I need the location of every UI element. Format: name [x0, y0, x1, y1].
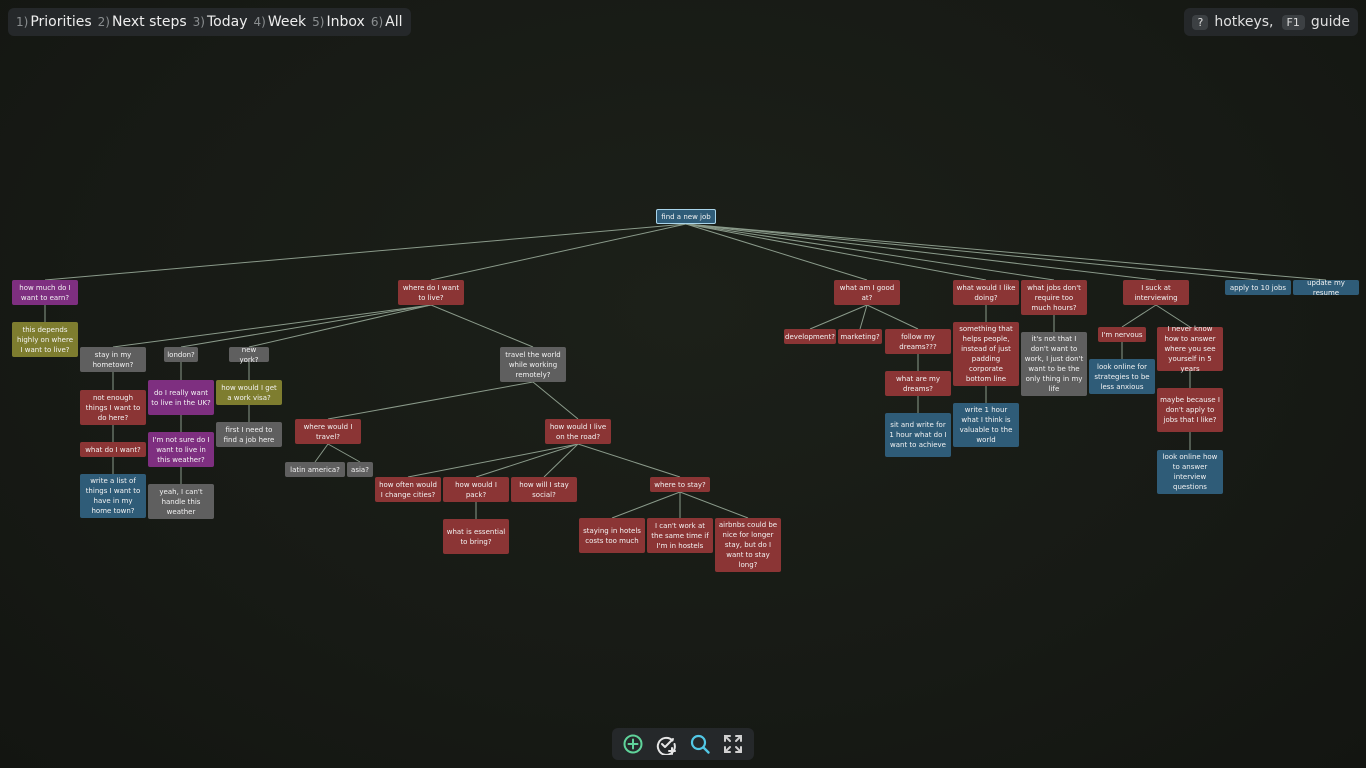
- node-not-that[interactable]: it's not that I don't want to work, I ju…: [1021, 332, 1087, 396]
- node-update-resume[interactable]: update my resume: [1293, 279, 1359, 297]
- node-strategies-anxious[interactable]: look online for strategies to be less an…: [1089, 359, 1155, 394]
- node-how-pack[interactable]: how would I pack?: [443, 477, 509, 502]
- edge-liveroad-stay: [577, 443, 681, 478]
- bottom-toolbar: [612, 728, 754, 760]
- node-look-online-answer[interactable]: look online how to answer interview ques…: [1157, 450, 1223, 494]
- node-sit-and-write[interactable]: sit and write for 1 hour what do I want …: [885, 413, 951, 457]
- edge-wheretravel-latam: [314, 443, 329, 463]
- edge-goodat-development: [809, 304, 868, 330]
- node-airbnbs[interactable]: airbnbs could be nice for longer stay, b…: [715, 518, 781, 572]
- node-first-find-job[interactable]: first I need to find a job here: [216, 422, 282, 447]
- node-write-a-list[interactable]: write a list of things I want to have in…: [80, 474, 146, 518]
- node-not-sure-weather[interactable]: I'm not sure do I want to live in this w…: [148, 432, 214, 467]
- node-nervous[interactable]: I'm nervous: [1098, 327, 1146, 342]
- node-hostels-work[interactable]: I can't work at the same time if I'm in …: [647, 518, 713, 553]
- node-jobs-hours[interactable]: what jobs don't require too much hours?: [1021, 280, 1087, 315]
- edge-stay-hotels: [611, 491, 681, 519]
- node-follow-dreams[interactable]: follow my dreams???: [885, 329, 951, 354]
- node-where-live[interactable]: where do I want to live?: [398, 280, 464, 305]
- node-where-stay[interactable]: where to stay?: [650, 477, 710, 492]
- node-stay-hometown[interactable]: stay in my hometown?: [80, 347, 146, 372]
- node-london[interactable]: london?: [164, 347, 198, 362]
- node-latin-america[interactable]: latin america?: [285, 462, 345, 477]
- node-not-enough-things[interactable]: not enough things I want to do here?: [80, 390, 146, 425]
- node-marketing[interactable]: marketing?: [838, 329, 882, 344]
- edge-root-apply: [685, 223, 1259, 281]
- edge-interview-nervous: [1121, 304, 1157, 328]
- node-helps-people[interactable]: something that helps people, instead of …: [953, 322, 1019, 386]
- edge-root-live: [430, 223, 687, 281]
- edge-live-hometown: [112, 304, 432, 348]
- edge-root-likedoing: [685, 223, 987, 281]
- node-find-a-new-job[interactable]: find a new job: [656, 209, 716, 224]
- edge-root-earn: [44, 223, 687, 281]
- edge-goodat-follow: [866, 304, 919, 330]
- node-hotels-cost[interactable]: staying in hotels costs too much: [579, 518, 645, 553]
- node-how-much-earn[interactable]: how much do I want to earn?: [12, 280, 78, 305]
- node-travel-world[interactable]: travel the world while working remotely?: [500, 347, 566, 382]
- node-development[interactable]: development?: [784, 329, 836, 344]
- edge-root-nohours: [685, 223, 1055, 281]
- edge-root-resume: [685, 223, 1327, 281]
- search-icon[interactable]: [687, 731, 713, 757]
- node-new-york[interactable]: new york?: [229, 346, 269, 364]
- node-suck-interviewing[interactable]: I suck at interviewing: [1123, 280, 1189, 305]
- fullscreen-icon[interactable]: [720, 731, 746, 757]
- node-work-visa[interactable]: how would I get a work visa?: [216, 380, 282, 405]
- add-icon[interactable]: [620, 731, 646, 757]
- edge-root-interview: [685, 223, 1157, 281]
- node-asia[interactable]: asia?: [347, 462, 373, 477]
- edge-travel-wheretravel: [327, 381, 534, 420]
- edge-liveroad-social: [543, 443, 579, 478]
- add-check-icon[interactable]: [653, 731, 679, 757]
- node-really-live-uk[interactable]: do I really want to live in the UK?: [148, 380, 214, 415]
- edge-goodat-marketing: [859, 304, 868, 330]
- node-cant-handle-weather[interactable]: yeah, I can't handle this weather: [148, 484, 214, 519]
- node-like-doing[interactable]: what would I like doing?: [953, 280, 1019, 305]
- node-good-at[interactable]: what am I good at?: [834, 280, 900, 305]
- node-where-travel[interactable]: where would I travel?: [295, 419, 361, 444]
- edge-live-newyork: [248, 304, 432, 348]
- node-this-depends[interactable]: this depends highly on where I want to l…: [12, 322, 78, 357]
- node-maybe-apply[interactable]: maybe because I don't apply to jobs that…: [1157, 388, 1223, 432]
- edge-stay-airbnb: [679, 491, 749, 519]
- node-stay-social[interactable]: how will I stay social?: [511, 477, 577, 502]
- edge-liveroad-howoften: [407, 443, 579, 478]
- node-what-dreams[interactable]: what are my dreams?: [885, 371, 951, 396]
- node-how-often-cities[interactable]: how often would I change cities?: [375, 477, 441, 502]
- node-five-years[interactable]: I never know how to answer where you see…: [1157, 325, 1223, 373]
- edge-travel-liveroad: [532, 381, 579, 420]
- node-write-1-hour[interactable]: write 1 hour what I think is valuable to…: [953, 403, 1019, 447]
- edge-live-travel: [430, 304, 534, 348]
- node-what-do-i-want[interactable]: what do I want?: [80, 442, 146, 457]
- node-live-on-road[interactable]: how would I live on the road?: [545, 419, 611, 444]
- node-apply-10-jobs[interactable]: apply to 10 jobs: [1225, 280, 1291, 295]
- edge-wheretravel-asia: [327, 443, 361, 463]
- edge-live-london: [180, 304, 432, 348]
- node-essential-bring[interactable]: what is essential to bring?: [443, 519, 509, 554]
